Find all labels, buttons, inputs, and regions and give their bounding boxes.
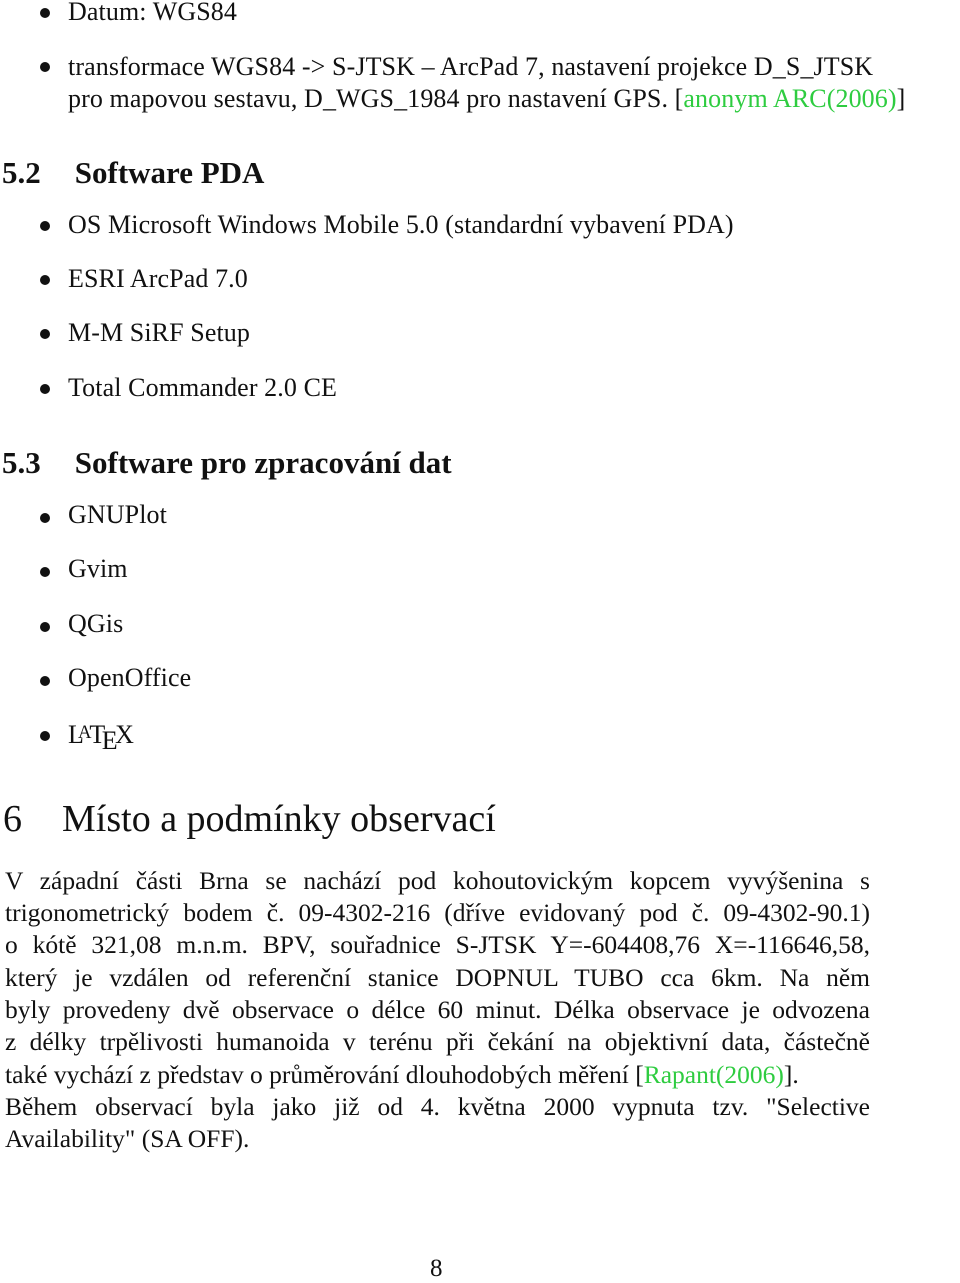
bullet-icon bbox=[40, 676, 50, 686]
paragraph-text: ]. bbox=[783, 1060, 799, 1089]
bracket-close: ] bbox=[896, 84, 906, 113]
list-item: transformace WGS84 -> S-JTSK – ArcPad 7,… bbox=[68, 52, 874, 81]
section-heading-5-3: 5.3 Software pro zpracování dat bbox=[2, 445, 452, 481]
list-item: QGis bbox=[68, 609, 124, 638]
bullet-icon bbox=[40, 384, 50, 394]
section-number: 5.3 bbox=[2, 445, 41, 480]
bullet-icon bbox=[40, 567, 50, 577]
paragraph-line: o kótě 321,08 m.n.m. BPV, souřadnice S-J… bbox=[5, 930, 870, 959]
list-item-text: pro mapovou sestavu, D_WGS_1984 pro nast… bbox=[68, 84, 684, 113]
bullet-icon bbox=[40, 329, 50, 339]
section-title: Software PDA bbox=[74, 155, 265, 190]
list-item: M-M SiRF Setup bbox=[68, 318, 251, 347]
paragraph-line: Během observací byla jako již od 4. květ… bbox=[5, 1092, 870, 1121]
document-page: Datum: WGS84 transformace WGS84 -> S-JTS… bbox=[0, 0, 960, 1282]
list-item-continuation: pro mapovou sestavu, D_WGS_1984 pro nast… bbox=[68, 84, 905, 114]
bullet-icon bbox=[40, 221, 50, 231]
paragraph-line: také vychází z představ o průměrování dl… bbox=[5, 1059, 799, 1091]
list-item: GNUPlot bbox=[68, 500, 167, 529]
section-heading-5-2: 5.2 Software PDA bbox=[2, 155, 264, 191]
section-heading-6: 6 Místo a podmínky observací bbox=[3, 797, 496, 841]
list-item: Total Commander 2.0 CE bbox=[68, 373, 338, 402]
paragraph-line: Availability" (SA OFF). bbox=[5, 1124, 250, 1153]
bullet-icon bbox=[40, 731, 50, 741]
list-item: OS Microsoft Windows Mobile 5.0 (standar… bbox=[68, 210, 734, 239]
section-number: 6 bbox=[3, 798, 22, 840]
bullet-icon bbox=[40, 62, 50, 72]
paragraph-line: který je vzdálen od referenční stanice D… bbox=[5, 963, 870, 992]
bullet-icon bbox=[40, 622, 50, 632]
list-item: Gvim bbox=[68, 554, 128, 583]
paragraph-line: trigonometrický bodem č. 09-4302-216 (dř… bbox=[5, 898, 870, 927]
paragraph-line: V západní části Brna se nachází pod koho… bbox=[5, 866, 870, 895]
bullet-icon bbox=[40, 8, 50, 18]
latex-logo: LATEX bbox=[68, 718, 134, 756]
paragraph-text: také vychází z představ o průměrování dl… bbox=[5, 1060, 644, 1089]
citation-link[interactable]: anonym ARC(2006) bbox=[683, 84, 896, 113]
list-item: ESRI ArcPad 7.0 bbox=[68, 264, 248, 293]
page-number: 8 bbox=[430, 1255, 443, 1282]
paragraph-line: byly provedeny dvě observace o délce 60 … bbox=[5, 995, 870, 1024]
bullet-icon bbox=[40, 513, 50, 523]
list-item: OpenOffice bbox=[68, 663, 192, 692]
paragraph-line: z délky trpělivosti humanoida v terénu p… bbox=[5, 1027, 870, 1056]
section-title: Software pro zpracování dat bbox=[74, 445, 452, 480]
section-title: Místo a podmínky observací bbox=[62, 798, 496, 840]
citation-link[interactable]: Rapant(2006) bbox=[644, 1060, 784, 1089]
bullet-icon bbox=[40, 275, 50, 285]
latex-x: X bbox=[115, 720, 135, 750]
section-number: 5.2 bbox=[2, 155, 41, 190]
list-item: Datum: WGS84 bbox=[68, 0, 237, 26]
